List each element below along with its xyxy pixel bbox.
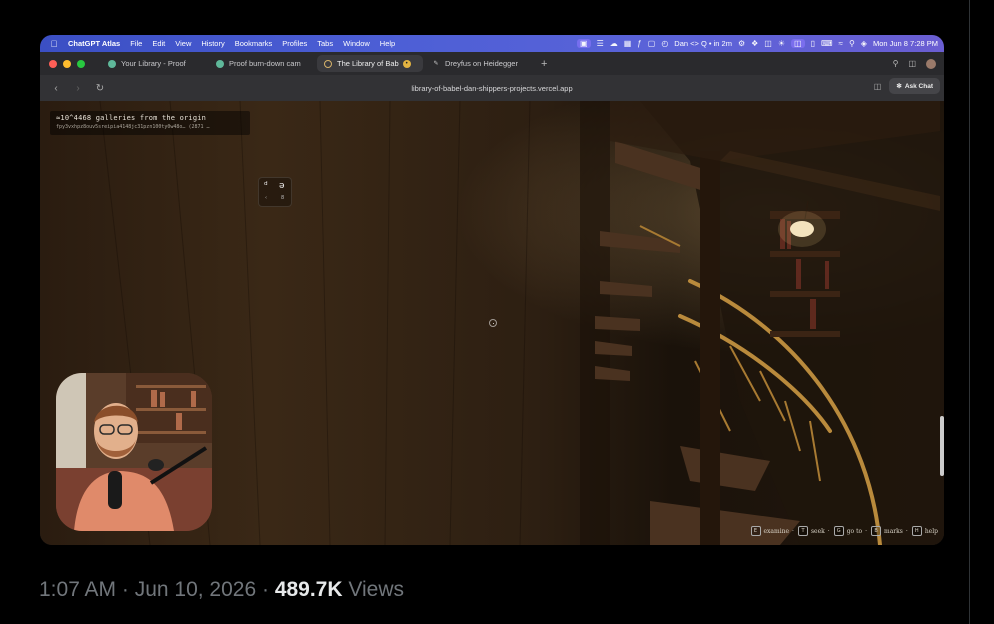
address-bar: ‹ › ↻ library-of-babel-dan-shippers-proj… (40, 75, 944, 101)
coordinates-panel: ≈10^4468 galleries from the origin fpy3v… (50, 111, 250, 135)
grid-app-icon[interactable]: ❖ (751, 39, 758, 48)
proof-favicon-icon (108, 59, 116, 68)
tab-proof-burn-down[interactable]: Proof burn-down cam (209, 55, 315, 72)
proof-favicon-icon (216, 59, 224, 68)
url-text[interactable]: library-of-babel-dan-shippers-projects.v… (411, 84, 572, 93)
menu-help[interactable]: Help (380, 39, 395, 48)
tab-library-of-babel[interactable]: The Library of Bab • (317, 55, 423, 72)
glyph-right: ə (279, 181, 285, 191)
forward-icon[interactable]: › (72, 83, 84, 94)
apple-icon[interactable]:  (46, 39, 62, 49)
page-favicon-icon: ✎ (433, 61, 439, 67)
coordinates-title: ≈10^4468 galleries from the origin (56, 114, 207, 122)
keyboard-icon[interactable]: ⌨ (821, 39, 833, 48)
search-tabs-icon[interactable]: ⚲ (893, 59, 899, 68)
tab-title: Your Library - Proof (121, 59, 186, 68)
tab-title: The Library of Bab (337, 59, 399, 68)
chatgpt-icon: ✼ (896, 83, 902, 90)
brightness-icon[interactable]: ☀ (778, 39, 785, 48)
close-window-button[interactable] (49, 59, 57, 68)
key-cap: B (871, 526, 882, 536)
webcam-overlay (56, 373, 212, 531)
tweet-timestamp[interactable]: 1:07 AM · Jun 10, 2026 · (39, 578, 275, 601)
clock[interactable]: Mon Jun 8 7:28 PM (873, 39, 938, 48)
tab-dreyfus[interactable]: ✎ Dreyfus on Heidegger (425, 55, 531, 72)
tab-title: Proof burn-down cam (229, 59, 301, 68)
hint-label: marks (884, 527, 903, 535)
calendar-event-icon[interactable]: ◴ (661, 39, 668, 48)
webcam-person-illustration (56, 373, 212, 531)
tab-strip: Your Library - Proof Proof burn-down cam… (40, 52, 944, 75)
hint-seek: Tseek · (797, 526, 830, 536)
hint-label: go to (846, 527, 863, 535)
hint-marks: Bmarks · (871, 526, 908, 536)
timeline-divider (969, 0, 970, 624)
hint-help: Hhelp (911, 526, 938, 536)
gear-icon[interactable]: ⚙ (738, 39, 745, 48)
menu-view[interactable]: View (175, 39, 191, 48)
menu-bookmarks[interactable]: Bookmarks (235, 39, 273, 48)
coordinates-hash: fpy3vxhpz8ouv5sreipia4148jc31pzn100ty0w4… (56, 124, 210, 130)
zoom-window-button[interactable] (77, 59, 85, 68)
menu-profiles[interactable]: Profiles (282, 39, 307, 48)
notion-icon[interactable]: ▦ (624, 39, 632, 48)
tab-title: Dreyfus on Heidegger (445, 59, 518, 68)
key-cap: E (750, 526, 761, 536)
ask-chat-label: Ask Chat (904, 82, 933, 90)
extension-icon[interactable]: ◫ (874, 82, 882, 91)
script-icon[interactable]: ƒ (637, 39, 641, 48)
layout-icon[interactable]: ◫ (764, 39, 772, 48)
views-count: 489.7K (274, 578, 343, 601)
back-icon[interactable]: ‹ (50, 83, 62, 94)
hint-go-to: Ggo to · (833, 526, 867, 536)
tab-your-library[interactable]: Your Library - Proof (101, 55, 207, 72)
keyboard-hints: Eexamine · Tseek · Ggo to · Bmarks · Hhe… (750, 526, 938, 536)
tab-strip-actions: ⚲ ◫ (893, 52, 936, 75)
calendar-event-text[interactable]: Dan <> Q • in 2m (674, 39, 732, 48)
window-icon[interactable]: ▢ (648, 39, 656, 48)
battery-icon[interactable]: ▯ (811, 39, 815, 48)
minimize-window-button[interactable] (63, 59, 71, 68)
audio-badge-icon[interactable]: • (402, 59, 411, 68)
wifi-icon[interactable]: ≈ (839, 39, 843, 48)
sidebar-icon[interactable]: ◫ (908, 59, 916, 68)
reload-icon[interactable]: ↻ (94, 83, 106, 94)
menu-file[interactable]: File (130, 39, 142, 48)
menu-history[interactable]: History (201, 39, 224, 48)
menu-app-name[interactable]: ChatGPT Atlas (68, 39, 120, 48)
search-icon[interactable]: ⚲ (849, 39, 855, 48)
hint-examine: Eexamine · (750, 526, 794, 536)
hint-label: help (924, 527, 938, 535)
profile-avatar[interactable] (926, 58, 936, 69)
crosshair-icon (489, 319, 497, 327)
views-label: Views (342, 578, 405, 601)
list-icon[interactable]: ☰ (597, 39, 604, 48)
babel-favicon-icon (324, 59, 332, 68)
menu-window[interactable]: Window (343, 39, 370, 48)
glyph-key-right: 8 (281, 195, 285, 201)
macos-menu-bar:  ChatGPT Atlas File Edit View History B… (40, 35, 944, 52)
glyph-left: ᵈ (264, 181, 268, 191)
url-field: library-of-babel-dan-shippers-projects.v… (40, 84, 944, 93)
window-controls (49, 59, 85, 68)
key-cap: T (797, 526, 808, 536)
cloud-icon[interactable]: ☁ (610, 39, 618, 48)
tweet-metadata: 1:07 AM · Jun 10, 2026 · 489.7K Views (39, 578, 404, 602)
hint-label: seek (810, 527, 825, 535)
hint-label: examine (763, 527, 790, 535)
control-center-icon[interactable]: ◈ (861, 39, 867, 48)
glyph-widget[interactable]: ᵈ ə ‹ 8 (258, 177, 292, 207)
ask-chat-button[interactable]: ✼ Ask Chat (889, 78, 940, 94)
status-bar: ▣ ☰ ☁ ▦ ƒ ▢ ◴ Dan <> Q • in 2m ⚙ ❖ ◫ ☀ ◫… (577, 35, 938, 52)
key-cap: G (833, 526, 844, 536)
key-cap: H (911, 526, 922, 536)
menu-tabs[interactable]: Tabs (317, 39, 333, 48)
screen-mirror-icon[interactable]: ◫ (791, 39, 805, 48)
menu-edit[interactable]: Edit (152, 39, 165, 48)
glyph-key-left: ‹ (265, 195, 267, 201)
new-tab-button[interactable]: + (541, 58, 547, 70)
scroll-handle[interactable] (940, 416, 944, 476)
screen-record-icon[interactable]: ▣ (577, 39, 591, 48)
